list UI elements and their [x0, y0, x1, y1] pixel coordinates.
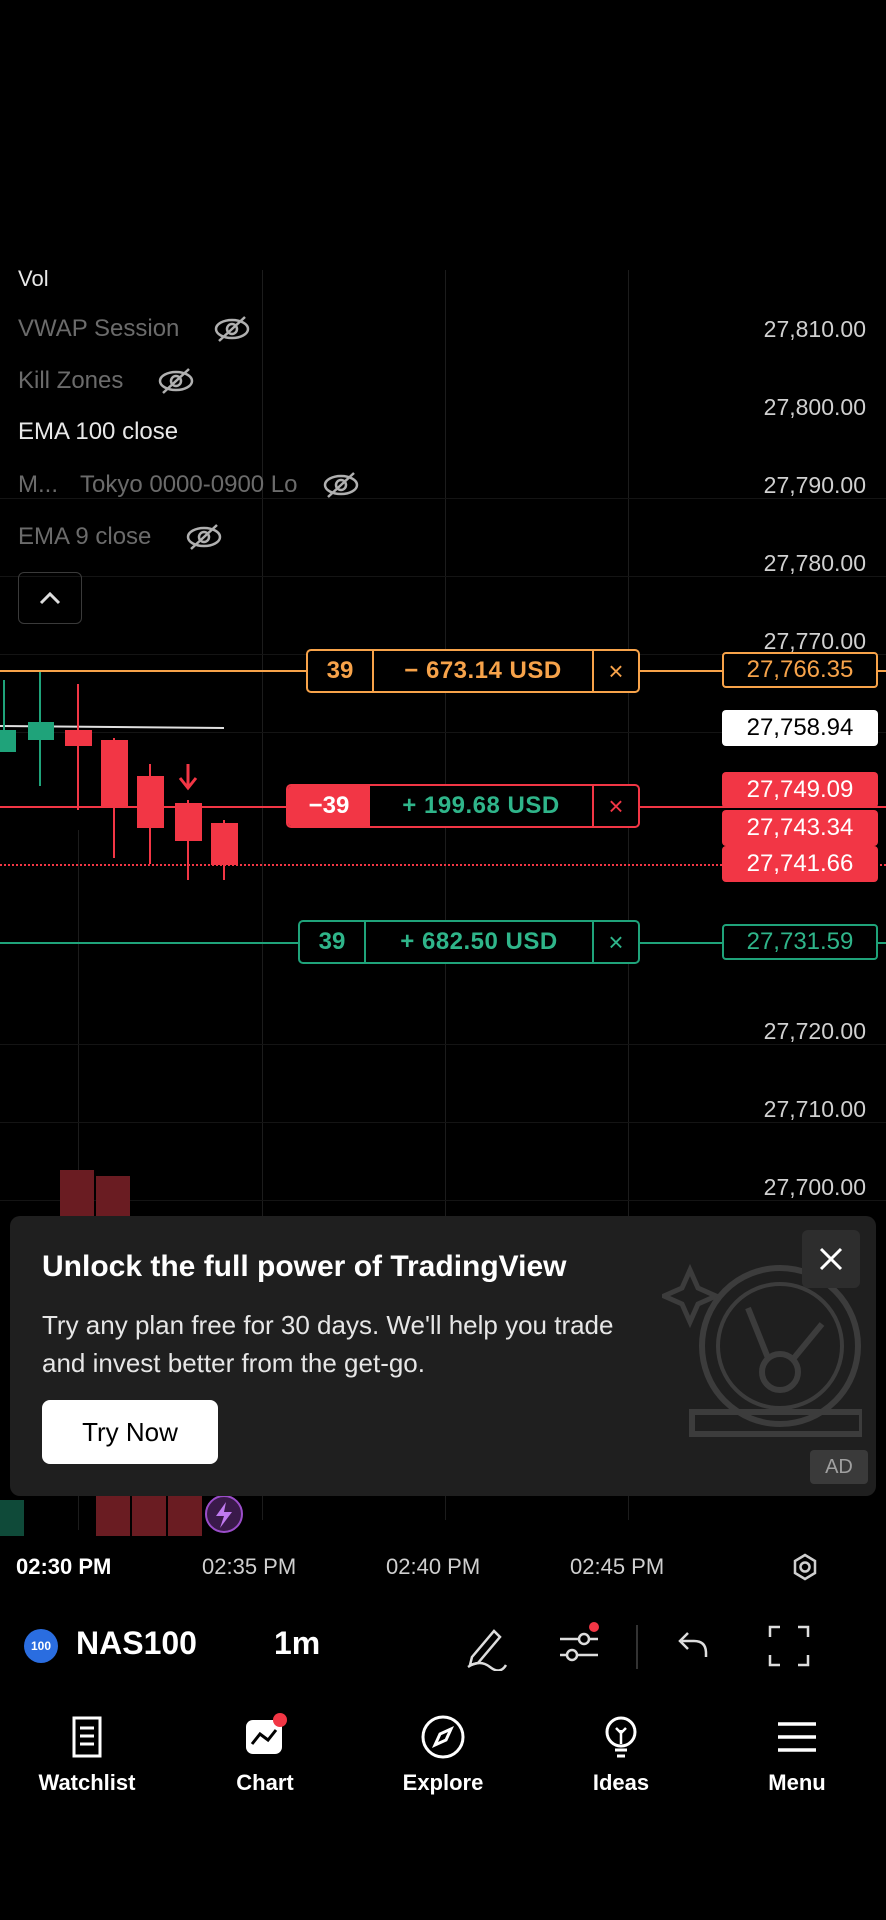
promo-title: Unlock the full power of TradingView [42, 1250, 567, 1283]
chevron-up-icon [39, 591, 61, 605]
candle [65, 730, 92, 746]
take-profit-order[interactable]: 39 + 682.50 USD × [298, 920, 640, 964]
time-tick: 02:40 PM [386, 1554, 481, 1579]
current-price-tag: 27,758.94 [722, 710, 878, 746]
hamburger-icon [778, 1722, 816, 1752]
position-price-tag: 27,749.09 [722, 772, 878, 808]
eye-off-icon[interactable] [157, 366, 195, 396]
candle [175, 803, 202, 841]
legend-vwap[interactable]: VWAP Session [18, 314, 251, 344]
nav-label: Ideas [592, 1770, 650, 1795]
volume-bar [0, 1500, 24, 1536]
position-pnl: + 199.68 USD [402, 792, 560, 819]
nav-label: Explore [402, 1770, 484, 1795]
nav-chart[interactable]: Chart [190, 1712, 340, 1796]
eye-off-icon[interactable] [185, 522, 223, 552]
eye-off-icon[interactable] [213, 314, 251, 344]
close-position-icon[interactable]: × [592, 786, 638, 826]
chart-icon [246, 1713, 287, 1754]
legend-ema100[interactable]: EMA 100 close [18, 418, 178, 446]
undo-icon[interactable] [668, 1621, 718, 1671]
stop-loss-price-tag: 27,766.35 [722, 652, 878, 688]
grid-line [0, 1044, 886, 1045]
order-quantity: 39 [308, 651, 374, 691]
legend-vol[interactable]: Vol [18, 266, 49, 292]
close-order-icon[interactable]: × [592, 922, 638, 962]
watchlist-icon [72, 1716, 102, 1758]
indicators-icon[interactable] [554, 1621, 604, 1671]
candle [0, 730, 16, 752]
nav-watchlist[interactable]: Watchlist [12, 1712, 162, 1796]
time-tick: 02:30 PM [16, 1554, 112, 1579]
nav-label: Watchlist [38, 1770, 136, 1795]
order-pnl: − 673.14 USD [404, 657, 562, 684]
price-tick: 27,700.00 [763, 1174, 866, 1200]
legend-label: VWAP Session [18, 315, 180, 342]
compass-icon [421, 1715, 465, 1759]
legend-label: Kill Zones [18, 367, 124, 394]
nav-label: Chart [236, 1770, 294, 1795]
nav-menu[interactable]: Menu [722, 1712, 872, 1796]
stop-loss-order[interactable]: 39 − 673.14 USD × [306, 649, 640, 693]
legend-label: M... [18, 471, 58, 498]
ask-price-tag: 27,741.66 [722, 846, 878, 882]
bottom-navigation: Watchlist Chart Explore Ideas Menu [0, 1700, 886, 1810]
candle [137, 776, 164, 828]
take-profit-price-tag: 27,731.59 [722, 924, 878, 960]
grid-line [0, 1122, 886, 1123]
candle [28, 722, 54, 740]
legend-label: EMA 9 close [18, 523, 152, 550]
ad-badge: AD [810, 1450, 868, 1484]
bid-price-tag: 27,743.34 [722, 810, 878, 846]
toolbar-divider [636, 1625, 638, 1669]
eye-off-icon[interactable] [322, 470, 360, 500]
symbol-selector[interactable]: NAS100 [76, 1625, 197, 1662]
nav-ideas[interactable]: Ideas [546, 1712, 696, 1796]
legend-tokyo[interactable]: M... Tokyo 0000-0900 Lo [18, 470, 360, 500]
promo-banner: Unlock the full power of TradingView Try… [10, 1216, 876, 1496]
price-tick: 27,790.00 [763, 472, 866, 498]
legend-label: Tokyo 0000-0900 Lo [80, 471, 298, 498]
grid-line [0, 576, 886, 577]
nav-label: Menu [768, 1770, 826, 1795]
time-tick: 02:35 PM [202, 1554, 297, 1579]
promo-body: Try any plan free for 30 days. We'll hel… [42, 1310, 614, 1378]
price-tick: 27,720.00 [763, 1018, 866, 1044]
candle [211, 823, 238, 865]
candle [101, 740, 128, 808]
try-now-button[interactable]: Try Now [42, 1400, 218, 1464]
sell-arrow-icon [178, 764, 198, 791]
position-quantity: −39 [288, 786, 370, 826]
order-quantity: 39 [300, 922, 366, 962]
close-order-icon[interactable]: × [592, 651, 638, 691]
position-order[interactable]: −39 + 199.68 USD × [286, 784, 640, 828]
symbol-logo: 100 [24, 1629, 58, 1663]
settings-icon[interactable] [790, 1552, 820, 1582]
nav-explore[interactable]: Explore [368, 1712, 518, 1796]
legend-kill-zones[interactable]: Kill Zones [18, 366, 195, 396]
price-tick: 27,710.00 [763, 1096, 866, 1122]
fullscreen-icon[interactable] [764, 1621, 814, 1671]
order-pnl: + 682.50 USD [400, 928, 558, 955]
time-tick: 02:45 PM [570, 1554, 665, 1579]
legend-ema9[interactable]: EMA 9 close [18, 522, 223, 552]
time-axis[interactable]: 02:30 PM 02:35 PM 02:40 PM 02:45 PM [0, 1548, 886, 1588]
price-tick: 27,810.00 [763, 316, 866, 342]
lightbulb-icon [605, 1716, 637, 1758]
collapse-legend-button[interactable] [18, 572, 82, 624]
price-tick: 27,770.00 [763, 628, 866, 654]
close-icon [819, 1247, 843, 1271]
chart-toolbar: 100 NAS100 1m [0, 1605, 886, 1693]
price-tick: 27,780.00 [763, 550, 866, 576]
price-tick: 27,800.00 [763, 394, 866, 420]
close-promo-button[interactable] [802, 1230, 860, 1288]
interval-selector[interactable]: 1m [274, 1625, 320, 1662]
drawing-tools-icon[interactable] [460, 1621, 510, 1671]
